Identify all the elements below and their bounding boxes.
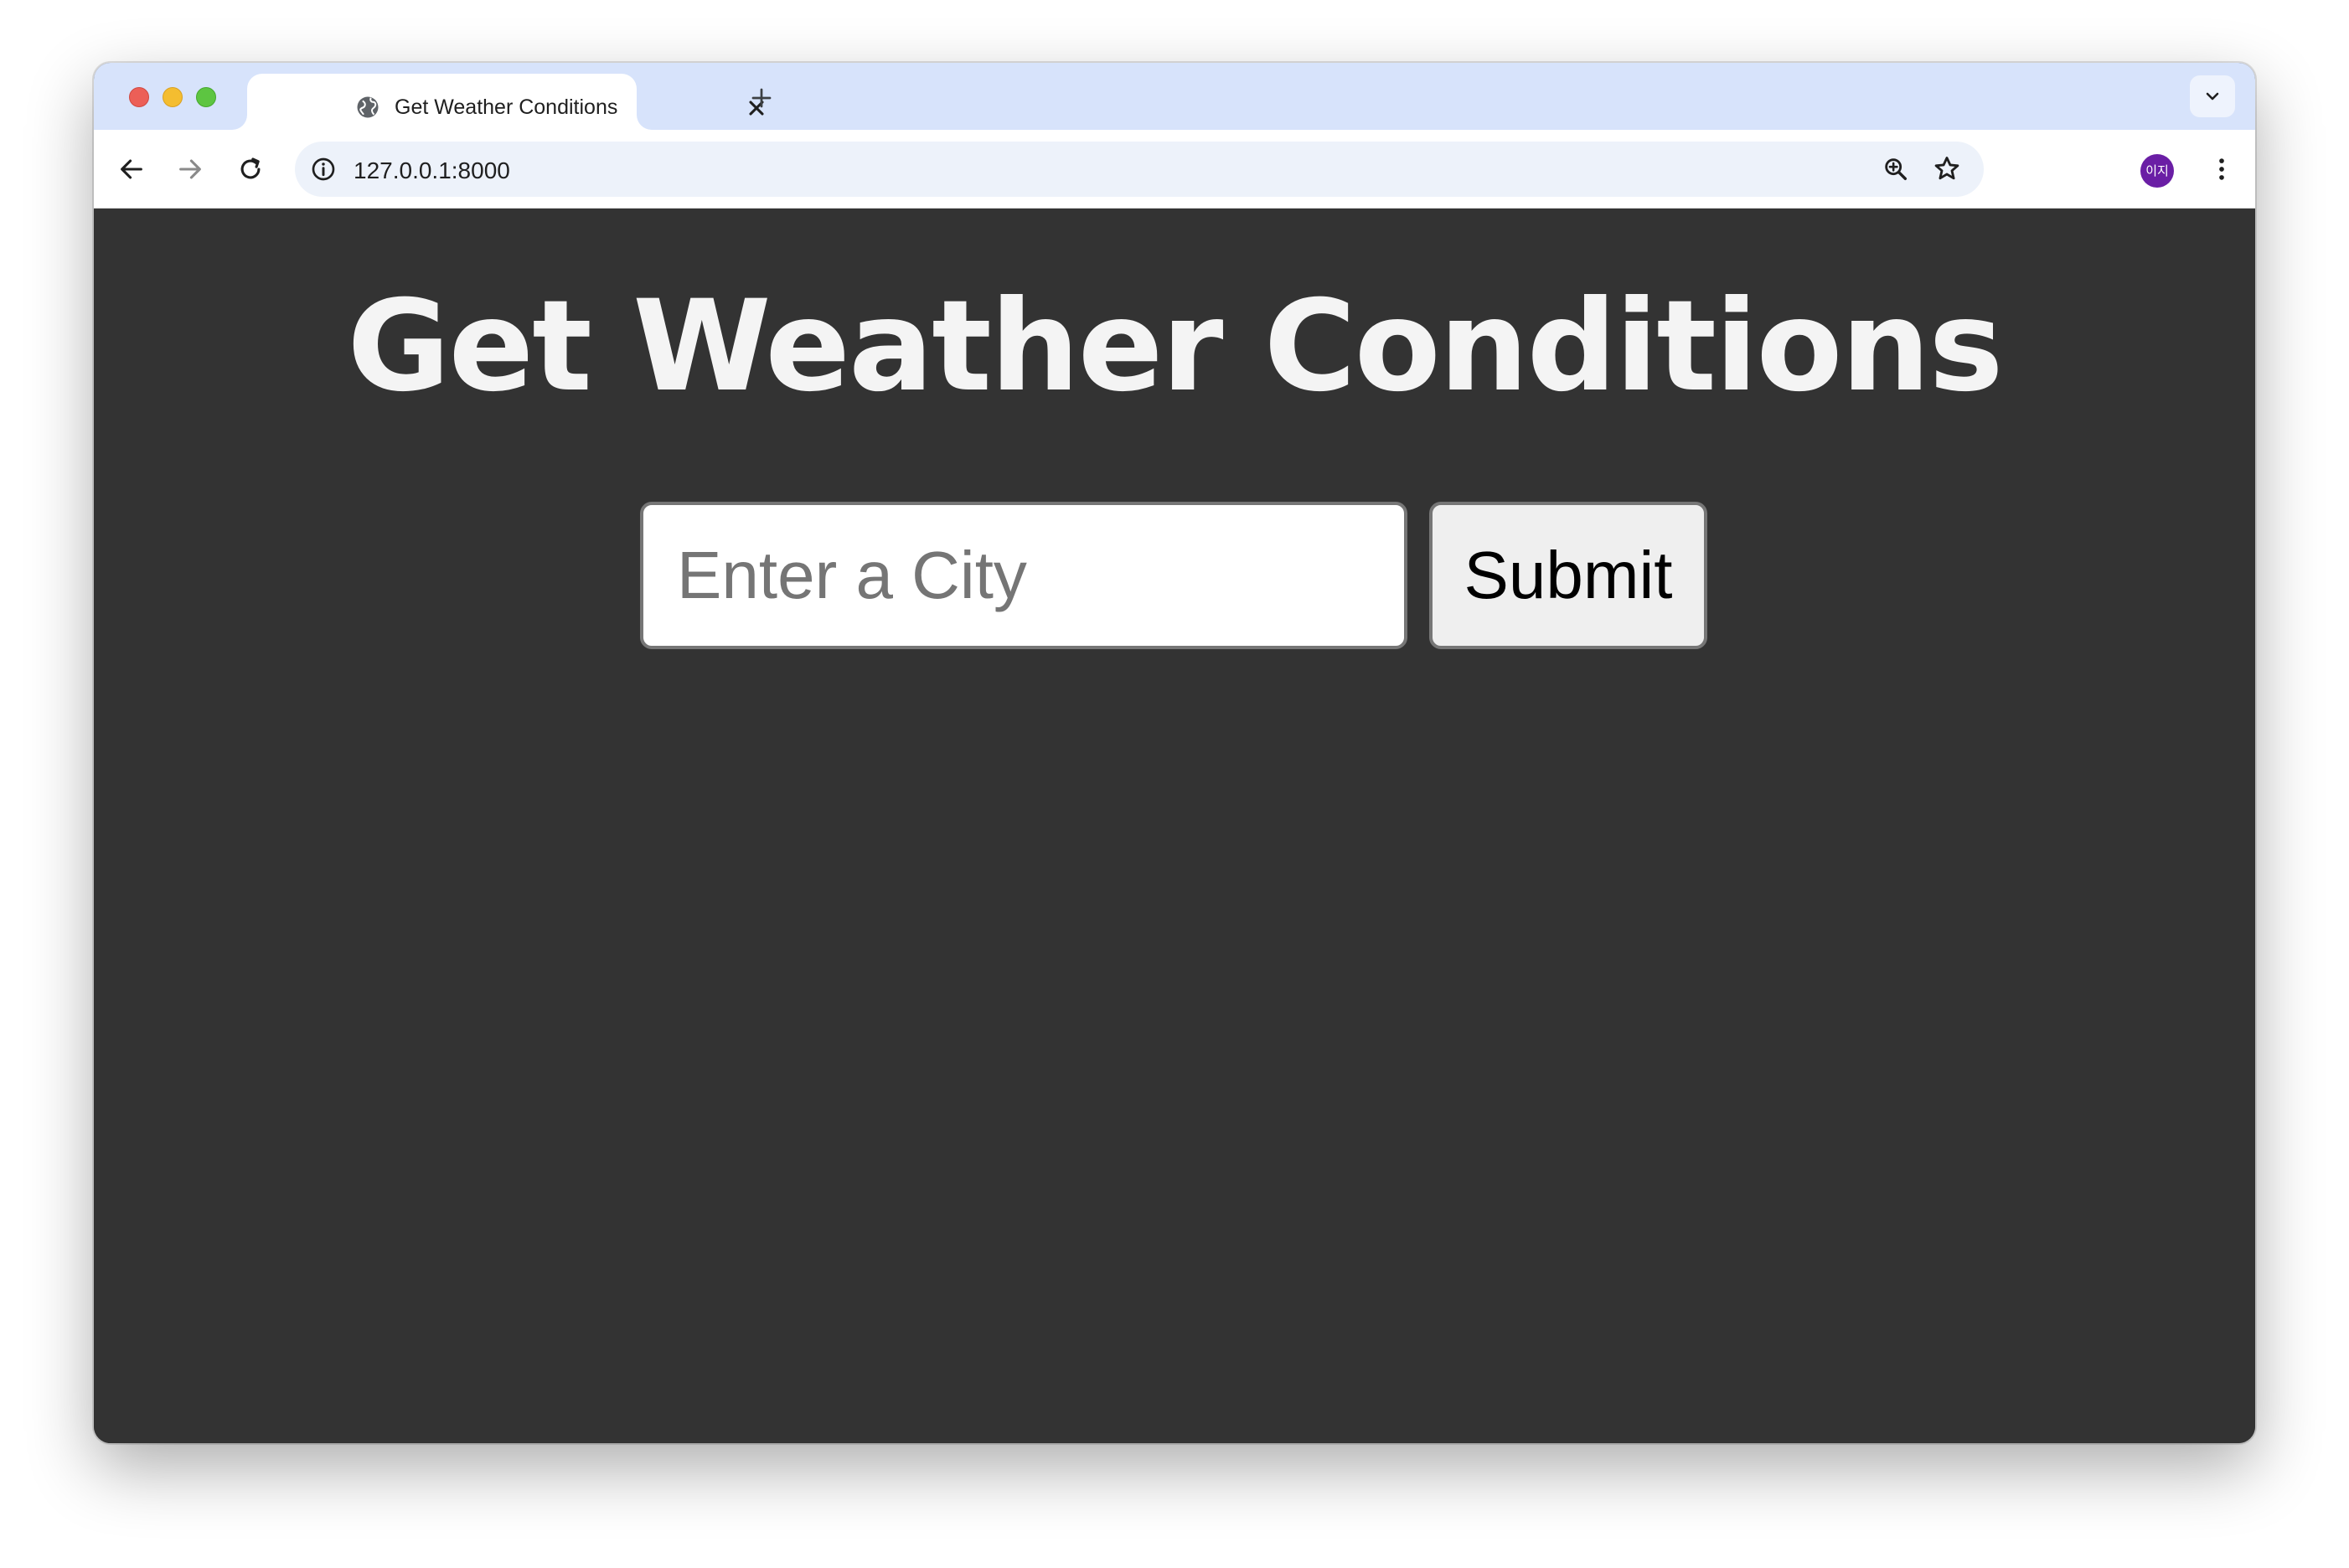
zoom-icon[interactable] xyxy=(1882,155,1910,183)
window-close-button[interactable] xyxy=(129,87,149,107)
page-content: Get Weather Conditions Submit xyxy=(94,209,2255,1443)
profile-avatar[interactable]: 이지 xyxy=(2140,154,2174,188)
forward-arrow-icon[interactable] xyxy=(176,155,204,183)
window-maximize-button[interactable] xyxy=(196,87,216,107)
browser-tab[interactable]: Get Weather Conditions xyxy=(247,74,764,130)
submit-button[interactable]: Submit xyxy=(1429,502,1707,649)
window-minimize-button[interactable] xyxy=(163,87,183,107)
bookmark-star-icon[interactable] xyxy=(1932,154,1962,184)
tab-title: Get Weather Conditions xyxy=(395,95,618,119)
back-arrow-icon[interactable] xyxy=(117,155,146,183)
new-tab-icon[interactable] xyxy=(749,85,774,111)
url-text: 127.0.0.1:8000 xyxy=(354,157,510,183)
info-icon[interactable] xyxy=(310,156,337,183)
more-options-icon[interactable] xyxy=(2207,155,2236,183)
city-input[interactable] xyxy=(640,502,1407,649)
tab-strip: Get Weather Conditions xyxy=(94,63,2255,130)
globe-icon xyxy=(357,96,379,118)
browser-window: Get Weather Conditions 127.0.0.1:8000 이지… xyxy=(94,63,2255,1443)
chevron-down-icon xyxy=(2206,92,2219,101)
browser-toolbar: 127.0.0.1:8000 이지 xyxy=(94,130,2255,209)
page-title: Get Weather Conditions xyxy=(347,274,2003,420)
tab-search-button[interactable] xyxy=(2190,75,2235,117)
address-bar[interactable]: 127.0.0.1:8000 xyxy=(295,142,1984,197)
reload-icon[interactable] xyxy=(236,155,265,183)
